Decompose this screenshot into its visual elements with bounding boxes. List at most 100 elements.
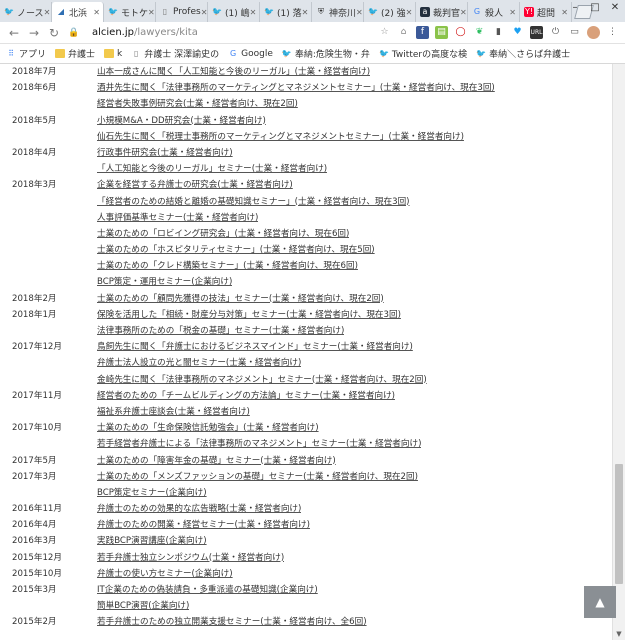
seminar-link[interactable]: 弁護士法人設立の光と闇セミナー(士業・経営者向け)	[97, 355, 301, 371]
seminar-link[interactable]: 弁護士のための開業・経営セミナー(士業・経営者向け)	[97, 517, 310, 533]
amazon-icon: a	[420, 7, 430, 17]
facebook-icon[interactable]: f	[416, 26, 429, 39]
bookmark-item[interactable]: ▯ 弁護士 深澤諭史の	[131, 47, 219, 60]
evernote-icon[interactable]: ❦	[473, 26, 486, 39]
url-shortener-icon[interactable]: URL	[530, 26, 543, 39]
close-tab-icon[interactable]: ✕	[460, 8, 467, 17]
close-tab-icon[interactable]: ✕	[356, 8, 363, 17]
browser-tab[interactable]: G 殺人 ✕	[468, 2, 520, 22]
tab-label: モトケ	[121, 8, 149, 19]
scrollbar-thumb[interactable]	[615, 464, 623, 584]
scroll-down-icon[interactable]: ▼	[613, 628, 625, 640]
seminar-link[interactable]: 士業のための「クレド構築セミナー」(士業・経営者向け、現在6回)	[97, 258, 358, 274]
twitter-ext-icon[interactable]: ♥	[511, 26, 524, 39]
seminar-link[interactable]: 弁護士の使い方セミナー(企業向け)	[97, 566, 233, 582]
seminar-link[interactable]: 金崎先生に聞く「法律事務所のマネジメント」セミナー(士業・経営者向け、現在2回)	[97, 372, 427, 388]
url-field[interactable]: alcien.jp/lawyers/kita	[92, 27, 292, 38]
browser-tab[interactable]: 🐦 (2) 強 ✕	[364, 2, 416, 22]
browser-tab[interactable]: ◢ 北浜 ✕	[52, 2, 104, 22]
seminar-date: 2018年2月	[12, 293, 57, 304]
seminar-link[interactable]: 士業のための「障害年金の基礎」セミナー(士業・経営者向け)	[97, 453, 336, 469]
seminar-link[interactable]: BCP策定・運用セミナー(企業向け)	[97, 274, 232, 290]
seminar-link[interactable]: 福祉系弁護士座談会(士業・経営者向け)	[97, 404, 250, 420]
close-tab-icon[interactable]: ✕	[406, 8, 413, 17]
home-icon[interactable]: ⌂	[397, 26, 410, 39]
close-tab-icon[interactable]: ✕	[44, 8, 51, 17]
close-tab-icon[interactable]: ✕	[201, 8, 207, 17]
seminar-link[interactable]: 士業のための「ホスピタリティセミナー」(士業・経営者向け、現在5回)	[97, 242, 375, 258]
seminar-link[interactable]: 若手弁護士のための独立開業支援セミナー(士業・経営者向け、全6回)	[97, 614, 367, 630]
opera-icon[interactable]: ◯	[454, 26, 467, 39]
seminar-link[interactable]: 山本一成さんに聞く「人工知能と今後のリーガル」(士業・経営者向け)	[97, 64, 370, 80]
seminar-link[interactable]: 「人工知能と今後のリーガル」セミナー(士業・経営者向け)	[97, 161, 327, 177]
seminar-link[interactable]: 法律事務所のための「税金の基礎」セミナー(士業・経営者向け)	[97, 323, 344, 339]
browser-tab[interactable]: ▯ Profes ✕	[156, 2, 208, 22]
bookmark-item[interactable]: 🐦 奉納:危険生物・弁	[282, 47, 370, 60]
seminar-link[interactable]: 若手経営者弁護士による「法律事務所のマネジメント」セミナー(士業・経営者向け)	[97, 436, 421, 452]
seminar-link[interactable]: 行政事件研究会(士業・経営者向け)	[97, 145, 233, 161]
seminar-date: 2017年12月	[12, 342, 62, 353]
bookmark-item[interactable]: ⠿ アプリ	[6, 47, 46, 60]
maximize-icon[interactable]: □	[585, 0, 605, 16]
close-tab-icon[interactable]: ✕	[302, 8, 309, 17]
seminar-link[interactable]: 企業を経営する弁護士の研究会(士業・経営者向け)	[97, 177, 293, 193]
back-to-top-button[interactable]: ▲	[584, 586, 616, 618]
seminar-link[interactable]: 人事評価基準セミナー(士業・経営者向け)	[97, 210, 258, 226]
tab-label: Profes	[173, 7, 201, 17]
seminar-link[interactable]: 実践BCP演習講座(企業向け)	[97, 533, 207, 549]
google-icon: G	[230, 49, 237, 58]
seminar-link[interactable]: 士業のための「生命保険信託勉強会」(士業・経営者向け)	[97, 420, 319, 436]
bookmark-item[interactable]: G Google	[228, 49, 273, 59]
browser-tab[interactable]: ⛨ 神奈川 ✕	[312, 2, 364, 22]
notes-icon[interactable]: ▤	[435, 26, 448, 39]
seminar-link[interactable]: 若手弁護士独立シンポジウム(士業・経営者向け)	[97, 550, 284, 566]
browser-tab[interactable]: 🐦 (1) 嶋 ✕	[208, 2, 260, 22]
seminar-link[interactable]: 弁護士のための効果的な広告戦略(士業・経営者向け)	[97, 501, 301, 517]
seminar-link[interactable]: 酒井先生に聞く「法律事務所のマーケティングとマネジメントセミナー」(士業・経営者…	[97, 80, 495, 96]
forward-arrow-icon[interactable]: →	[26, 26, 42, 40]
bookmark-ext-icon[interactable]: ▮	[492, 26, 505, 39]
seminar-link[interactable]: 保険を活用した「相続・財産分与対策」セミナー(士業・経営者向け、現在3回)	[97, 307, 401, 323]
bookmark-item[interactable]: k	[104, 49, 122, 59]
seminar-link[interactable]: 「経営者のための結婚と離婚の基礎知識セミナー」(士業・経営者向け、現在3回)	[97, 194, 410, 210]
bookmark-item[interactable]: 🐦 Twitterの高度な検	[379, 47, 467, 60]
seminar-link[interactable]: 士業のための「顧問先獲得の技法」セミナー(士業・経営者向け、現在2回)	[97, 291, 384, 307]
cast-icon[interactable]: ▭	[568, 26, 581, 39]
seminar-link[interactable]: BCP策定セミナー(企業向け)	[97, 485, 207, 501]
seminar-link[interactable]: 小規模M&A・DD研究会(士業・経営者向け)	[97, 113, 266, 129]
window-controls: – □ ✕	[565, 0, 625, 18]
close-tab-icon[interactable]: ✕	[250, 8, 257, 17]
seminar-row: 人事評価基準セミナー(士業・経営者向け)	[0, 210, 612, 226]
address-toolbar: ← → ↻ 🔒 alcien.jp/lawyers/kita ☆ ⌂ f ▤ ◯…	[0, 22, 625, 44]
seminar-row: 「経営者のための結婚と離婚の基礎知識セミナー」(士業・経営者向け、現在3回)	[0, 194, 612, 210]
seminar-link[interactable]: 鳥飼先生に聞く「弁護士におけるビジネスマインド」セミナー(士業・経営者向け)	[97, 339, 413, 355]
seminar-link[interactable]: 士業のための「メンズファッションの基礎」セミナー(士業・経営者向け、現在2回)	[97, 469, 418, 485]
seminar-link[interactable]: IT企業のための偽装請負・多重派遣の基礎知識(企業向け)	[97, 582, 318, 598]
browser-tab[interactable]: 🐦 (1) 落 ✕	[260, 2, 312, 22]
browser-tab[interactable]: 🐦 ノース ✕	[0, 2, 52, 22]
scrollbar[interactable]: ▼	[612, 64, 625, 640]
seminar-date: 2017年10月	[12, 423, 62, 434]
seminar-link[interactable]: 経営者失敗事例研究会(士業・経営者向け、現在2回)	[97, 96, 298, 112]
bookmark-item[interactable]: 弁護士	[55, 47, 95, 60]
bookmark-item[interactable]: 🐦 奉納＼さらば弁護士	[476, 47, 570, 60]
twitter-icon: 🐦	[378, 49, 389, 58]
close-tab-icon[interactable]: ✕	[148, 8, 155, 17]
close-window-icon[interactable]: ✕	[605, 0, 625, 16]
twitter-icon: 🐦	[4, 7, 14, 16]
reload-icon[interactable]: ↻	[46, 26, 62, 40]
minimize-icon[interactable]: –	[565, 0, 585, 16]
seminar-link[interactable]: 簡単BCP演習(企業向け)	[97, 598, 189, 614]
close-tab-icon[interactable]: ✕	[93, 8, 100, 17]
seminar-link[interactable]: 経営者のための「チームビルディングの方法論」セミナー(士業・経営者向け)	[97, 388, 395, 404]
back-arrow-icon[interactable]: ←	[6, 26, 22, 40]
avatar[interactable]	[587, 26, 600, 39]
star-icon[interactable]: ☆	[378, 26, 391, 39]
close-tab-icon[interactable]: ✕	[509, 8, 516, 17]
seminar-link[interactable]: 士業のための「ロビイング研究会」(士業・経営者向け、現在6回)	[97, 226, 349, 242]
browser-tab[interactable]: a 裁判官 ✕	[416, 2, 468, 22]
browser-tab[interactable]: 🐦 モトケ ✕	[104, 2, 156, 22]
menu-dots-icon[interactable]: ⋮	[606, 26, 619, 39]
power-icon[interactable]: ⏻	[549, 26, 562, 39]
seminar-link[interactable]: 仙石先生に聞く「税理士事務所のマーケティングとマネジメントセミナー」(士業・経営…	[97, 129, 464, 145]
